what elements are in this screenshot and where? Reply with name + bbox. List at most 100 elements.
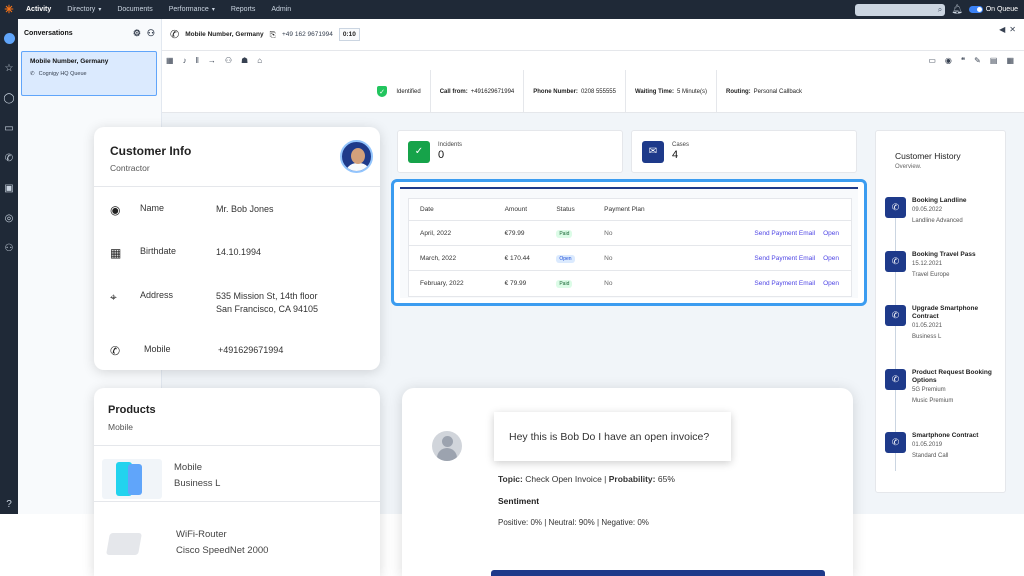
chevron-down-icon: ▾ [98, 7, 102, 13]
pause-icon[interactable]: ‖ [196, 56, 199, 65]
nav-documents[interactable]: Documents [109, 0, 160, 19]
dialpad-icon[interactable]: ▦ [166, 56, 174, 65]
nav-activity[interactable]: Activity [18, 0, 59, 19]
chat-analysis-card: Hey this is Bob Do I have an open invoic… [402, 388, 853, 576]
cases-label: Cases [672, 142, 690, 148]
search-input[interactable]: ⌕ [855, 3, 946, 16]
waiting-time-label: Waiting Time: [634, 88, 674, 95]
phone-callback-icon: ✆ [885, 369, 906, 390]
column-header-payment-plan: Payment Plan [604, 206, 645, 213]
user-avatar-icon[interactable] [0, 29, 18, 47]
open-link[interactable]: Open [823, 280, 851, 287]
send-payment-email-link[interactable]: Send Payment Email [716, 255, 824, 262]
address-label: Address [140, 290, 174, 300]
back-icon[interactable]: ◀ [999, 25, 1005, 34]
avatar [340, 140, 373, 173]
add-user-icon[interactable]: ⚇ [147, 28, 155, 39]
support-icon[interactable]: ◎ [0, 209, 18, 227]
phone-callback-icon: ✆ [885, 432, 906, 453]
transfer-icon[interactable]: → [208, 56, 216, 65]
conversations-header: Conversations ⚙ ⚇ [18, 19, 161, 47]
queue-status-label: On Queue [985, 6, 1018, 13]
table-row: March, 2022 € 170.44 Open No Send Paymen… [409, 246, 851, 271]
product-detail: Cisco SpeedNet 2000 [176, 545, 269, 556]
payment-date: March, 2022 [420, 254, 457, 262]
payment-plan: No [604, 280, 613, 287]
conversation-item[interactable]: Mobile Number, Germany ✆ Cognigy HQ Queue [21, 51, 157, 96]
send-payment-email-link[interactable]: Send Payment Email [716, 280, 824, 287]
help-icon[interactable]: ? [0, 495, 18, 513]
payments-panel: Date Amount Status Payment Plan April, 2… [391, 179, 867, 306]
screen-icon[interactable]: ▭ [928, 56, 936, 65]
status-badge: Open [556, 254, 575, 263]
open-link[interactable]: Open [823, 230, 851, 237]
conference-icon[interactable]: ☗ [241, 56, 248, 65]
toggle-switch[interactable] [968, 6, 983, 13]
calendar-icon[interactable]: ▦ [1006, 56, 1014, 65]
topic-line: Topic: Check Open Invoice | Probability:… [498, 474, 675, 484]
topic-value: Check Open Invoice [525, 474, 602, 484]
hold-icon[interactable]: ⌂ [257, 56, 262, 65]
send-payment-email-link[interactable]: Send Payment Email [716, 230, 824, 237]
payment-plan: No [604, 254, 613, 262]
action-button[interactable] [491, 570, 825, 576]
routing-value: Personal Callback [753, 88, 803, 95]
product-item[interactable]: Mobile Business L [174, 460, 220, 492]
conversation-queue: Cognigy HQ Queue [38, 71, 87, 77]
sentiment-label: Sentiment [498, 496, 540, 506]
app-logo-icon: ✳ [4, 4, 14, 16]
agents-icon[interactable]: ⚇ [0, 239, 18, 257]
queue-toggle[interactable]: On Queue [968, 6, 1018, 13]
incidents-label: Incidents [438, 142, 463, 148]
close-icon[interactable]: ✕ [1009, 25, 1016, 34]
nav-reports[interactable]: Reports [223, 0, 264, 19]
edit-icon[interactable]: ✎ [974, 56, 981, 65]
location-pin-icon: ⌖ [110, 290, 117, 304]
schedule-icon[interactable]: ▤ [990, 56, 998, 65]
call-from-label: Call from: [439, 88, 468, 95]
microphone-icon[interactable]: ♪ [183, 56, 187, 65]
left-icon-rail: ☆ ◯ ▭ ✆ ▣ ◎ ⚇ ? [0, 19, 18, 514]
calendar-icon: ▦ [110, 246, 122, 260]
window-controls: ◀ ✕ [999, 25, 1016, 34]
phone-icon[interactable]: ✆ [0, 149, 18, 167]
bell-icon[interactable]: 🔔︎ [951, 4, 962, 15]
phone-number-label: Phone Number: [533, 88, 578, 95]
open-link[interactable]: Open [823, 255, 851, 262]
star-icon[interactable]: ☆ [0, 59, 18, 77]
payment-date: April, 2022 [420, 229, 452, 237]
history-item-title: Product Request Booking Options [912, 369, 992, 384]
quote-icon[interactable]: ❝ [961, 56, 965, 65]
call-timer: 0:10 [338, 28, 360, 41]
column-header-date: Date [420, 206, 434, 213]
copy-icon[interactable]: ⎘ [270, 30, 276, 40]
address-value: 535 Mission St, 14th floor San Francisco,… [216, 290, 318, 316]
nav-directory[interactable]: Directory ▾ [59, 0, 109, 19]
divider [94, 186, 380, 187]
product-item[interactable]: WiFi-Router Cisco SpeedNet 2000 [176, 527, 268, 559]
envelope-icon: ✉ [642, 140, 664, 163]
top-navigation-bar: ✳ Activity Directory ▾ Documents Performa… [0, 0, 1024, 19]
phone-number-cell: Phone Number: 0208 555555 [524, 70, 626, 113]
products-title: Products [108, 404, 156, 416]
gear-icon[interactable]: ⚙ [133, 28, 141, 39]
probability-value: 65% [657, 474, 675, 484]
conversation-title: Mobile Number, Germany [30, 58, 109, 65]
chat-bubble-icon[interactable]: ◯ [0, 89, 18, 107]
incidents-card[interactable]: ✓ Incidents 0 [397, 130, 623, 173]
name-label: Name [140, 203, 165, 213]
add-participant-icon[interactable]: ⚇ [225, 56, 232, 65]
nav-performance[interactable]: Performance ▾ [161, 0, 223, 19]
user-icon: ◉ [110, 203, 121, 217]
call-toolbar: ▦ ♪ ‖ → ⚇ ☗ ⌂ ▭ ◉ ❝ ✎ ▤ ▦ [162, 51, 1024, 70]
inbox-icon[interactable]: ▣ [0, 179, 18, 197]
phone-icon: ✆ [30, 71, 35, 77]
top-nav: Activity Directory ▾ Documents Performanc… [18, 0, 299, 19]
address-line-1: 535 Mission St, 14th floor [216, 291, 318, 301]
nav-admin[interactable]: Admin [263, 0, 299, 19]
payments-table: Date Amount Status Payment Plan April, 2… [408, 198, 852, 297]
video-icon[interactable]: ▭ [0, 119, 18, 137]
cases-card[interactable]: ✉ Cases 4 [631, 130, 857, 173]
phone-icon: ✆ [170, 29, 180, 41]
profile-icon[interactable]: ◉ [945, 56, 952, 65]
